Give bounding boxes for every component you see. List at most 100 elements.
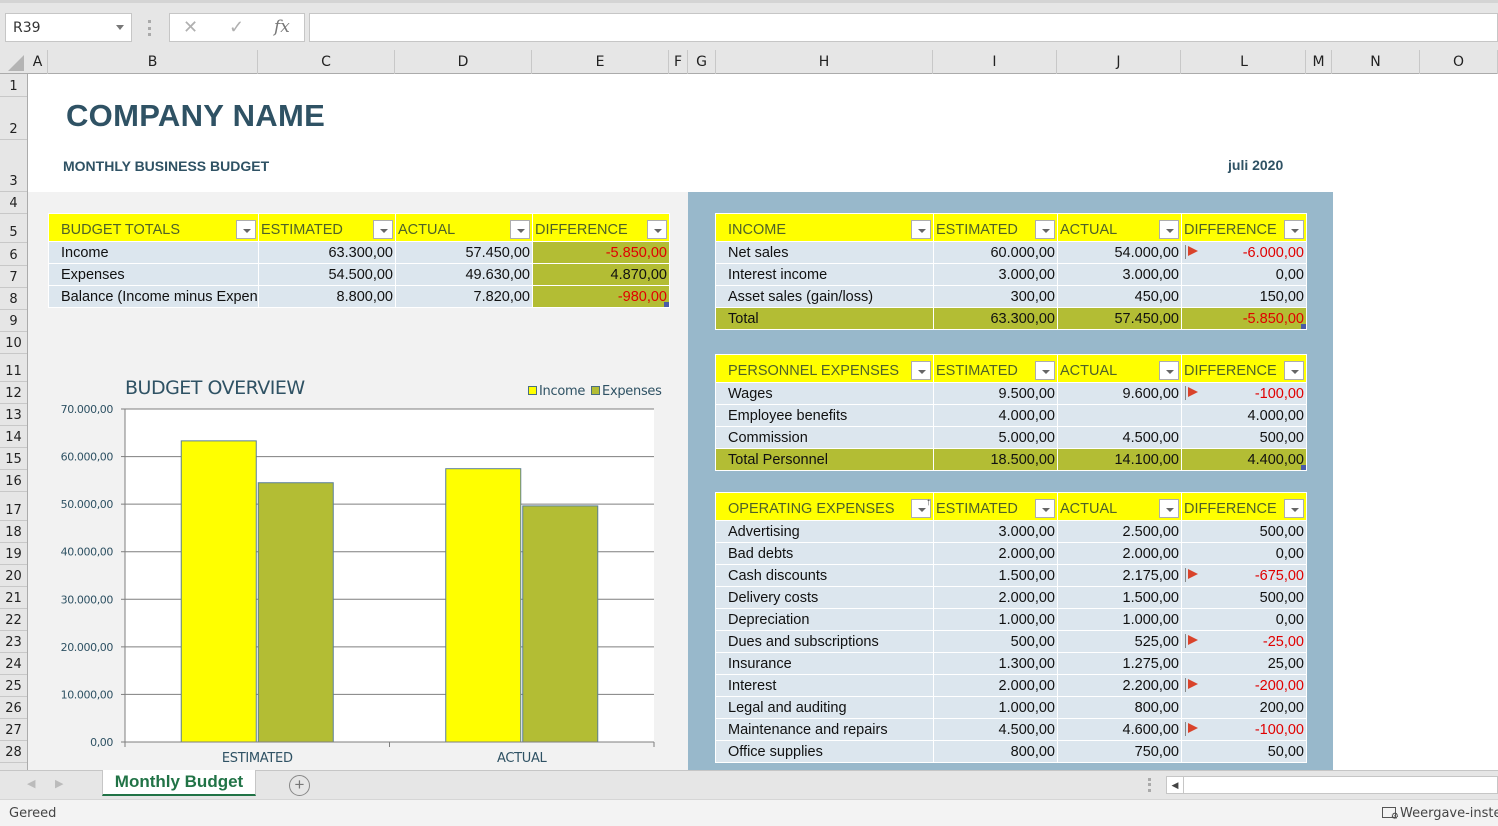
estimated-cell[interactable]: 54.500,00 bbox=[258, 263, 396, 286]
sheet-tab-monthly-budget[interactable]: Monthly Budget bbox=[102, 770, 256, 796]
actual-cell[interactable]: 54.000,00 bbox=[1057, 241, 1182, 264]
row-header-15[interactable]: 15 bbox=[0, 448, 27, 470]
filter-dropdown-icon[interactable] bbox=[1284, 220, 1304, 239]
row-header-22[interactable]: 22 bbox=[0, 609, 27, 631]
column-header-cell[interactable]: ACTUAL bbox=[1057, 492, 1182, 521]
column-header-cell[interactable]: DIFFERENCE bbox=[1181, 213, 1307, 242]
actual-cell[interactable]: 1.000,00 bbox=[1057, 608, 1182, 631]
actual-cell[interactable]: 2.000,00 bbox=[1057, 542, 1182, 565]
column-header-c[interactable]: C bbox=[258, 50, 395, 74]
row-header-5[interactable]: 5 bbox=[0, 214, 27, 243]
row-label-cell[interactable]: Total Personnel bbox=[715, 448, 934, 471]
estimated-cell[interactable]: 63.300,00 bbox=[933, 307, 1058, 330]
actual-cell[interactable] bbox=[1057, 404, 1182, 427]
scroll-tabs-left-icon[interactable]: ◀ bbox=[27, 777, 35, 790]
insert-function-icon[interactable]: fx bbox=[274, 17, 290, 37]
column-header-i[interactable]: I bbox=[933, 50, 1057, 74]
estimated-cell[interactable]: 1.000,00 bbox=[933, 608, 1058, 631]
table-resize-handle[interactable] bbox=[1301, 324, 1306, 329]
row-header-18[interactable]: 18 bbox=[0, 521, 27, 543]
column-header-cell[interactable]: DIFFERENCE bbox=[1181, 492, 1307, 521]
column-header-h[interactable]: H bbox=[716, 50, 933, 74]
column-header-cell[interactable]: ESTIMATED bbox=[933, 354, 1058, 383]
column-header-d[interactable]: D bbox=[395, 50, 532, 74]
column-header-cell[interactable]: OPERATING EXPENSES bbox=[715, 492, 934, 521]
column-header-g[interactable]: G bbox=[688, 50, 716, 74]
row-header-26[interactable]: 26 bbox=[0, 697, 27, 719]
estimated-cell[interactable]: 9.500,00 bbox=[933, 382, 1058, 405]
difference-cell[interactable]: 500,00 bbox=[1181, 426, 1307, 449]
row-label-cell[interactable]: Dues and subscriptions bbox=[715, 630, 934, 653]
row-label-cell[interactable]: Expenses bbox=[48, 263, 259, 286]
estimated-cell[interactable]: 5.000,00 bbox=[933, 426, 1058, 449]
difference-cell[interactable]: 50,00 bbox=[1181, 740, 1307, 763]
sheet-subtitle[interactable]: MONTHLY BUSINESS BUDGET bbox=[63, 158, 269, 174]
difference-cell[interactable]: 25,00 bbox=[1181, 652, 1307, 675]
row-label-cell[interactable]: Maintenance and repairs bbox=[715, 718, 934, 741]
row-header-17[interactable]: 17 bbox=[0, 492, 27, 521]
difference-cell[interactable]: 150,00 bbox=[1181, 285, 1307, 308]
actual-cell[interactable]: 9.600,00 bbox=[1057, 382, 1182, 405]
difference-cell[interactable]: -100,00 bbox=[1181, 718, 1307, 741]
row-label-cell[interactable]: Cash discounts bbox=[715, 564, 934, 587]
column-header-b[interactable]: B bbox=[48, 50, 258, 74]
name-box[interactable]: R39 bbox=[5, 13, 132, 42]
month-label[interactable]: juli 2020 bbox=[1228, 157, 1283, 173]
row-header-8[interactable]: 8 bbox=[0, 288, 27, 310]
difference-cell[interactable]: 4.400,00 bbox=[1181, 448, 1307, 471]
row-header-1[interactable]: 1 bbox=[0, 74, 27, 97]
row-label-cell[interactable]: Insurance bbox=[715, 652, 934, 675]
difference-cell[interactable]: -6.000,00 bbox=[1181, 241, 1307, 264]
column-header-cell[interactable]: ACTUAL bbox=[1057, 354, 1182, 383]
column-header-cell[interactable]: ACTUAL bbox=[1057, 213, 1182, 242]
filter-dropdown-icon[interactable] bbox=[1159, 499, 1179, 518]
column-header-cell[interactable]: ESTIMATED bbox=[258, 213, 396, 242]
row-label-cell[interactable]: Interest income bbox=[715, 263, 934, 286]
row-header-4[interactable]: 4 bbox=[0, 192, 27, 214]
filter-dropdown-icon[interactable] bbox=[1284, 499, 1304, 518]
filter-dropdown-icon[interactable] bbox=[236, 220, 256, 239]
row-header-27[interactable]: 27 bbox=[0, 719, 27, 741]
column-header-j[interactable]: J bbox=[1057, 50, 1181, 74]
column-header-cell[interactable]: ESTIMATED bbox=[933, 492, 1058, 521]
estimated-cell[interactable]: 2.000,00 bbox=[933, 586, 1058, 609]
formula-input[interactable] bbox=[309, 13, 1498, 42]
estimated-cell[interactable]: 3.000,00 bbox=[933, 520, 1058, 543]
actual-cell[interactable]: 4.600,00 bbox=[1057, 718, 1182, 741]
actual-cell[interactable]: 2.200,00 bbox=[1057, 674, 1182, 697]
difference-cell[interactable]: 500,00 bbox=[1181, 586, 1307, 609]
actual-cell[interactable]: 1.500,00 bbox=[1057, 586, 1182, 609]
estimated-cell[interactable]: 2.000,00 bbox=[933, 674, 1058, 697]
row-header-28[interactable]: 28 bbox=[0, 741, 27, 763]
column-header-cell[interactable]: BUDGET TOTALS bbox=[48, 213, 259, 242]
difference-cell[interactable]: 0,00 bbox=[1181, 542, 1307, 565]
row-label-cell[interactable]: Employee benefits bbox=[715, 404, 934, 427]
row-label-cell[interactable]: Total bbox=[715, 307, 934, 330]
estimated-cell[interactable]: 63.300,00 bbox=[258, 241, 396, 264]
estimated-cell[interactable]: 1.000,00 bbox=[933, 696, 1058, 719]
row-label-cell[interactable]: Asset sales (gain/loss) bbox=[715, 285, 934, 308]
filter-dropdown-icon[interactable] bbox=[1284, 361, 1304, 380]
actual-cell[interactable]: 14.100,00 bbox=[1057, 448, 1182, 471]
difference-cell[interactable]: -100,00 bbox=[1181, 382, 1307, 405]
filter-dropdown-icon[interactable] bbox=[373, 220, 393, 239]
filter-dropdown-icon[interactable] bbox=[1159, 361, 1179, 380]
actual-cell[interactable]: 2.500,00 bbox=[1057, 520, 1182, 543]
row-label-cell[interactable]: Delivery costs bbox=[715, 586, 934, 609]
estimated-cell[interactable]: 18.500,00 bbox=[933, 448, 1058, 471]
filter-dropdown-icon[interactable] bbox=[1035, 499, 1055, 518]
column-header-l[interactable]: L bbox=[1183, 50, 1306, 74]
difference-cell[interactable]: -25,00 bbox=[1181, 630, 1307, 653]
row-label-cell[interactable]: Interest bbox=[715, 674, 934, 697]
column-header-o[interactable]: O bbox=[1420, 50, 1498, 74]
scroll-left-icon[interactable]: ◀ bbox=[1167, 777, 1184, 793]
row-header-16[interactable]: 16 bbox=[0, 470, 27, 492]
actual-cell[interactable]: 1.275,00 bbox=[1057, 652, 1182, 675]
filter-dropdown-icon[interactable] bbox=[911, 220, 931, 239]
row-header-19[interactable]: 19 bbox=[0, 543, 27, 565]
actual-cell[interactable]: 2.175,00 bbox=[1057, 564, 1182, 587]
view-settings-button[interactable]: ⚙ Weergave-instell bbox=[1382, 806, 1498, 822]
cancel-icon[interactable]: ✕ bbox=[183, 17, 198, 38]
column-header-f[interactable]: F bbox=[669, 50, 688, 74]
row-header-10[interactable]: 10 bbox=[0, 332, 27, 354]
